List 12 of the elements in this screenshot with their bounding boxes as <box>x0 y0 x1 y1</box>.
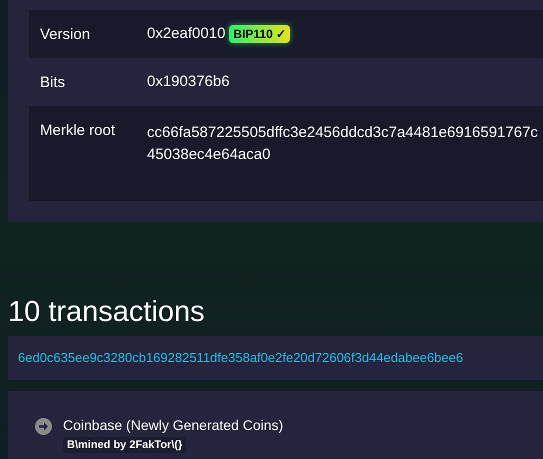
field-value: cc66fa587225505dffc3e2456ddcd3c7a4481e6916591767c45038ec4e64aca0 <box>147 123 539 165</box>
txid-link[interactable]: 6ed0c635ee9c3280cb169282511dfe358af0e2fe20d72606f3d44edabee6bee6 <box>18 350 464 365</box>
bip-badge: BIP110 ✓ <box>229 25 290 43</box>
coinbase-script-tag: B\mined by 2FakTor\(} <box>63 437 186 453</box>
field-label: Version <box>40 26 92 42</box>
field-value: 0x190376b6 <box>147 72 230 92</box>
field-label: Bits <box>40 74 66 90</box>
input-label: Coinbase (Newly Generated Coins) <box>63 417 284 433</box>
field-label: Merkle root <box>40 122 116 141</box>
field-value: 0x2eaf0010 <box>147 24 226 44</box>
transactions-heading: 10 transactions <box>8 295 206 329</box>
arrow-right-icon <box>35 418 52 435</box>
